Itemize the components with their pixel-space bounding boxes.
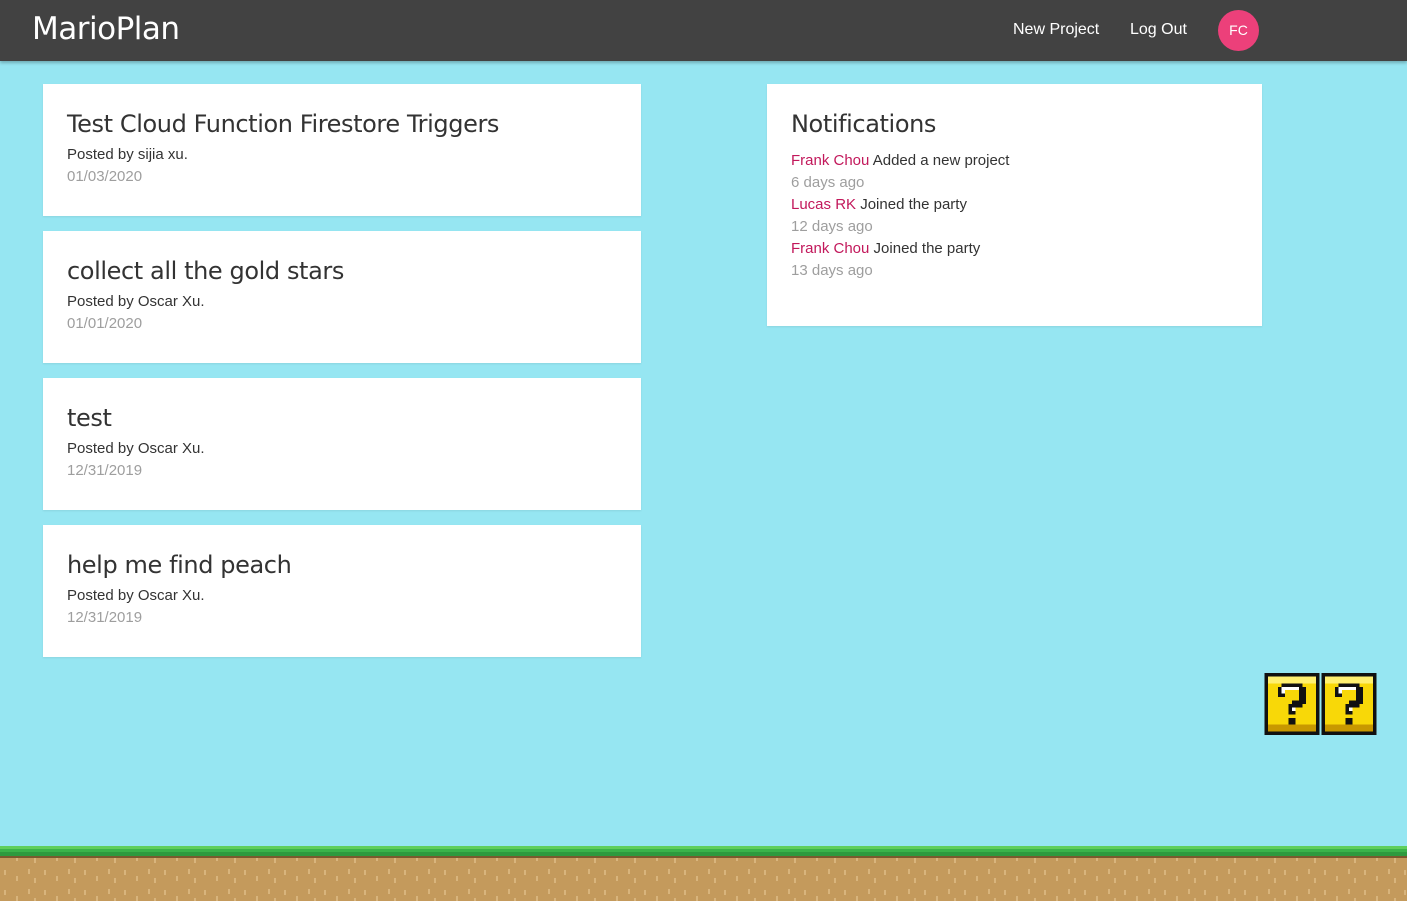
notification-time: 12 days ago	[791, 218, 873, 235]
notification-content: Joined the party	[873, 240, 981, 257]
notification-user: Lucas RK	[791, 196, 857, 213]
project-author: Posted by sijia xu.	[67, 146, 188, 163]
notification-content: Joined the party	[860, 196, 967, 213]
avatar[interactable]: FC	[1218, 10, 1259, 51]
notification-time: 6 days ago	[791, 174, 865, 191]
project-author: Posted by Oscar Xu.	[67, 440, 205, 457]
brand-logo[interactable]: MarioPlan	[32, 10, 180, 48]
question-block-icon	[1264, 673, 1320, 735]
project-author: Posted by Oscar Xu.	[67, 587, 205, 604]
project-card[interactable]: Test Cloud Function Firestore Triggers P…	[43, 84, 641, 216]
project-title: Test Cloud Function Firestore Triggers	[67, 110, 500, 138]
project-date: 12/31/2019	[67, 462, 143, 479]
notification-time: 13 days ago	[791, 262, 873, 279]
notification-item: Frank Chou Joined the party 13 days ago	[791, 238, 1238, 282]
grass-ground-icon	[0, 846, 1407, 901]
notification-content: Added a new project	[872, 152, 1010, 169]
question-block-icon	[1321, 673, 1377, 735]
project-title: collect all the gold stars	[67, 257, 344, 285]
log-out-link[interactable]: Log Out	[1130, 19, 1187, 41]
project-date: 01/01/2020	[67, 315, 143, 332]
project-card[interactable]: test Posted by Oscar Xu. 12/31/2019	[43, 378, 641, 510]
project-card[interactable]: collect all the gold stars Posted by Osc…	[43, 231, 641, 363]
notification-item: Frank Chou Added a new project 6 days ag…	[791, 150, 1238, 194]
project-author: Posted by Oscar Xu.	[67, 293, 205, 310]
project-card[interactable]: help me find peach Posted by Oscar Xu. 1…	[43, 525, 641, 657]
notification-user: Frank Chou	[791, 152, 870, 169]
project-title: help me find peach	[67, 551, 292, 579]
notifications-panel: Notifications Frank Chou Added a new pro…	[767, 84, 1262, 326]
notification-item: Lucas RK Joined the party 12 days ago	[791, 194, 1238, 238]
notifications-title: Notifications	[791, 110, 937, 138]
navbar: MarioPlan New Project Log Out FC	[0, 0, 1407, 61]
new-project-link[interactable]: New Project	[1013, 19, 1099, 41]
project-date: 01/03/2020	[67, 168, 143, 185]
notification-user: Frank Chou	[791, 240, 870, 257]
project-date: 12/31/2019	[67, 609, 143, 626]
project-title: test	[67, 404, 112, 432]
